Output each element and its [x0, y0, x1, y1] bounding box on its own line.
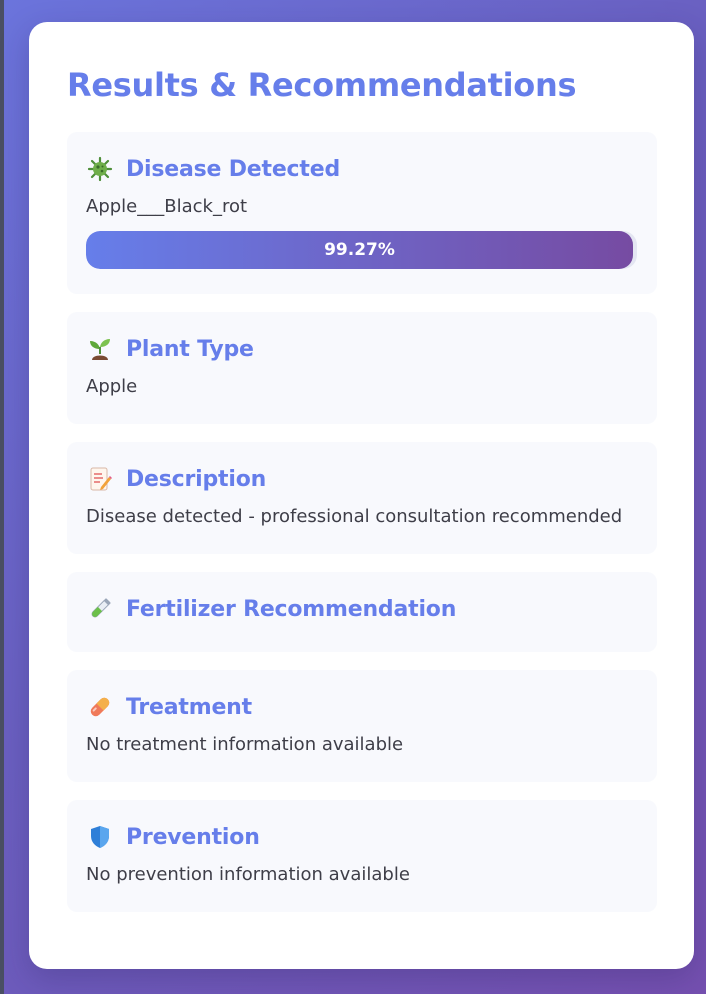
disease-section: Disease Detected Apple___Black_rot 99.27…	[67, 132, 657, 294]
microbe-icon	[86, 155, 114, 183]
treatment-section: Treatment No treatment information avail…	[67, 670, 657, 782]
fertilizer-header: Fertilizer Recommendation	[86, 590, 638, 628]
confidence-label: 99.27%	[324, 240, 395, 260]
prevention-value: No prevention information available	[86, 864, 410, 885]
disease-value: Apple___Black_rot	[86, 196, 248, 217]
window-edge	[0, 0, 4, 994]
disease-header: Disease Detected	[86, 150, 638, 188]
plant-type-section: Plant Type Apple	[67, 312, 657, 424]
memo-icon	[86, 465, 114, 493]
plant-type-value: Apple	[86, 376, 138, 397]
plant-type-header: Plant Type	[86, 330, 638, 368]
results-card: Results & Recommendations Disease Detect…	[29, 22, 694, 969]
description-header: Description	[86, 460, 638, 498]
pill-icon	[86, 693, 114, 721]
description-title: Description	[126, 466, 267, 492]
fertilizer-title: Fertilizer Recommendation	[126, 596, 457, 622]
treatment-value: No treatment information available	[86, 734, 404, 755]
shield-icon	[86, 823, 114, 851]
prevention-section: Prevention No prevention information ava…	[67, 800, 657, 912]
fertilizer-section: Fertilizer Recommendation	[67, 572, 657, 652]
results-sections: Disease Detected Apple___Black_rot 99.27…	[67, 132, 657, 912]
treatment-header: Treatment	[86, 688, 638, 726]
confidence-bar: 99.27%	[86, 231, 637, 269]
description-value: Disease detected - professional consulta…	[86, 506, 623, 527]
test-tube-icon	[86, 595, 114, 623]
treatment-title: Treatment	[126, 694, 252, 720]
prevention-header: Prevention	[86, 818, 638, 856]
confidence-bar-fill: 99.27%	[86, 231, 633, 269]
prevention-title: Prevention	[126, 824, 260, 850]
description-section: Description Disease detected - professio…	[67, 442, 657, 554]
plant-type-title: Plant Type	[126, 336, 254, 362]
disease-title: Disease Detected	[126, 156, 340, 182]
seedling-icon	[86, 335, 114, 363]
page-title: Results & Recommendations	[67, 66, 577, 104]
